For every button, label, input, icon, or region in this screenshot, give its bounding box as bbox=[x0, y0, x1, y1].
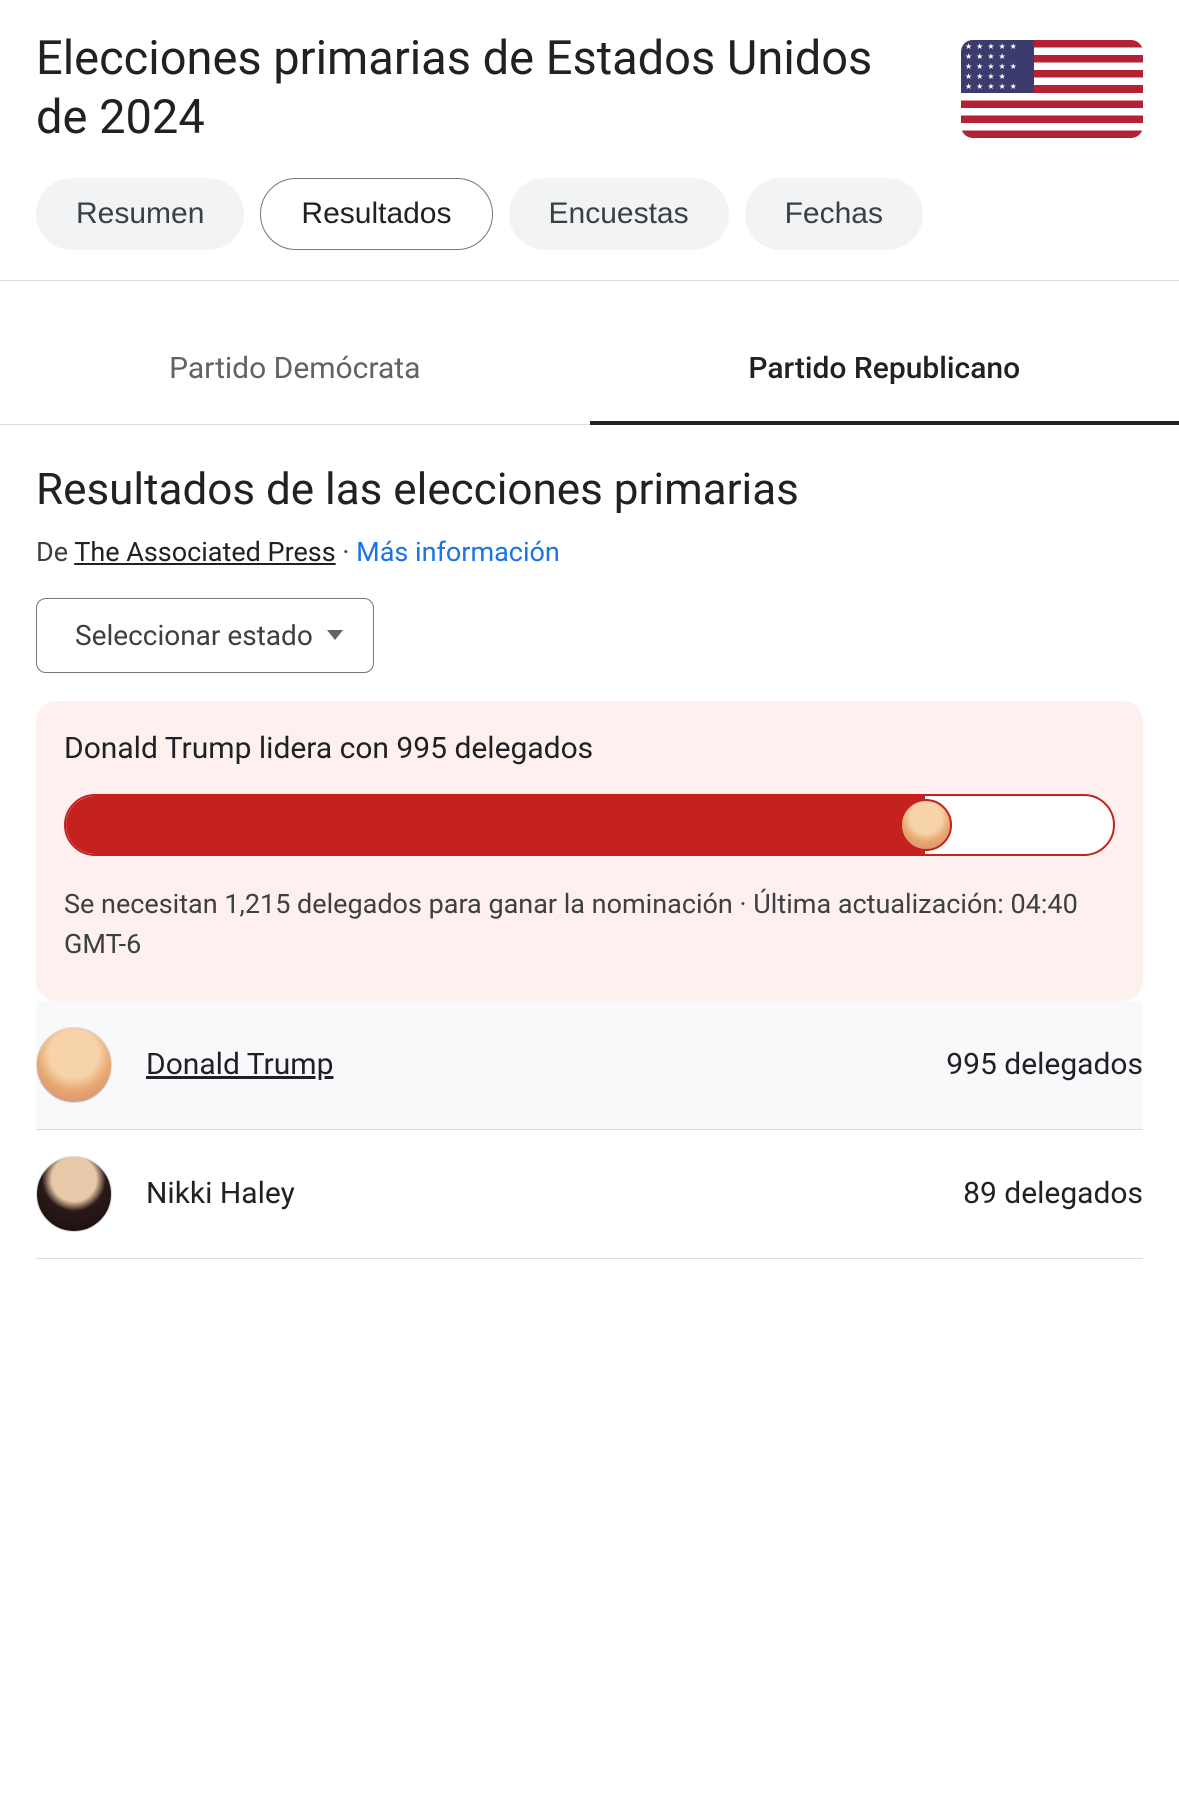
source-sep: · bbox=[336, 536, 356, 568]
candidate-list: Donald Trump 995 delegados Nikki Haley 89 d… bbox=[36, 1001, 1143, 1259]
page-title: Elecciones primarias de Estados Unidos d… bbox=[36, 30, 887, 148]
state-select-label: Seleccionar estado bbox=[75, 619, 313, 652]
divider bbox=[0, 280, 1179, 281]
leader-subtext: Se necesitan 1,215 delegados para ganar … bbox=[64, 884, 1115, 965]
source-prefix: De bbox=[36, 536, 74, 568]
tab-republican[interactable]: Partido Republicano bbox=[590, 321, 1179, 424]
us-flag-icon bbox=[961, 40, 1143, 138]
filter-chips: Resumen Resultados Encuestas Fechas bbox=[0, 168, 1179, 280]
chip-fechas[interactable]: Fechas bbox=[745, 178, 923, 250]
delegate-progress bbox=[64, 794, 1115, 856]
results-title: Resultados de las elecciones primarias bbox=[36, 461, 1119, 518]
candidate-delegates: 995 delegados bbox=[946, 1047, 1143, 1082]
candidate-row[interactable]: Nikki Haley 89 delegados bbox=[36, 1130, 1143, 1259]
progress-avatar bbox=[900, 799, 952, 851]
more-options-icon[interactable] bbox=[907, 77, 931, 101]
chevron-down-icon bbox=[327, 630, 343, 640]
party-tabs: Partido Demócrata Partido Republicano bbox=[0, 321, 1179, 425]
chip-encuestas[interactable]: Encuestas bbox=[509, 178, 729, 250]
candidate-avatar bbox=[36, 1156, 112, 1232]
candidate-name[interactable]: Donald Trump bbox=[146, 1047, 912, 1082]
leader-card: Donald Trump lidera con 995 delegados Se… bbox=[36, 701, 1143, 1001]
results-more-icon[interactable] bbox=[1119, 469, 1143, 493]
leader-headline: Donald Trump lidera con 995 delegados bbox=[64, 731, 1115, 766]
candidate-row[interactable]: Donald Trump 995 delegados bbox=[36, 1001, 1143, 1130]
source-name[interactable]: The Associated Press bbox=[74, 536, 335, 568]
source-line: De The Associated Press · Más informació… bbox=[36, 536, 1143, 568]
more-info-link[interactable]: Más información bbox=[356, 536, 560, 568]
candidate-avatar bbox=[36, 1027, 112, 1103]
chip-resumen[interactable]: Resumen bbox=[36, 178, 244, 250]
state-select-dropdown[interactable]: Seleccionar estado bbox=[36, 598, 374, 673]
chip-resultados[interactable]: Resultados bbox=[260, 178, 492, 250]
tab-democrat[interactable]: Partido Demócrata bbox=[0, 321, 590, 424]
candidate-name[interactable]: Nikki Haley bbox=[146, 1176, 929, 1211]
candidate-delegates: 89 delegados bbox=[963, 1176, 1143, 1211]
